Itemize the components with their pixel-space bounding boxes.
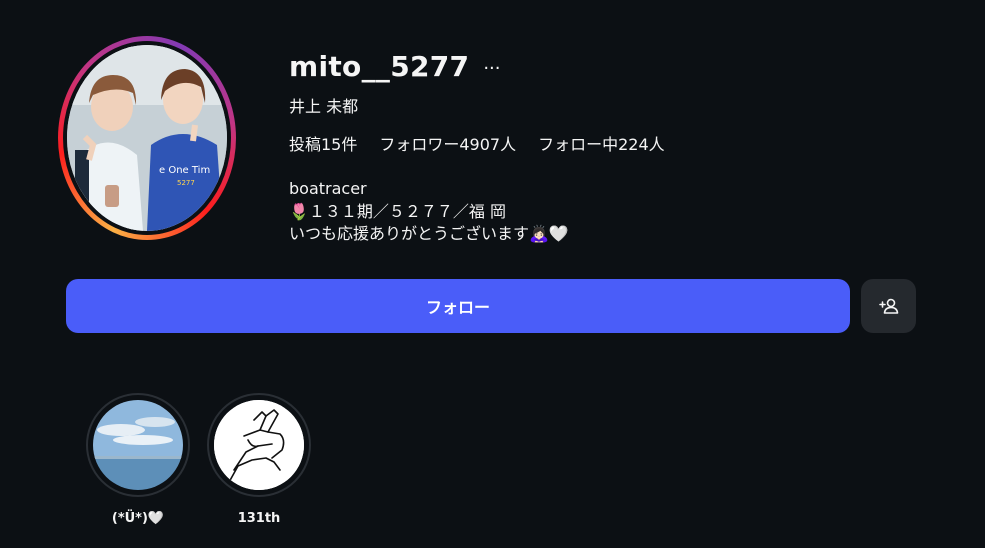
- sky-sea-photo-icon: [93, 400, 183, 490]
- username-row: mito__5277 ···: [289, 50, 501, 83]
- svg-text:e One Tim: e One Tim: [159, 165, 210, 176]
- follow-button[interactable]: フォロー: [66, 279, 850, 333]
- followers-count[interactable]: フォロワー4907人: [379, 131, 516, 155]
- highlight-label: (*Ü*)🤍: [111, 511, 165, 526]
- bio-line: 🌷１３１期／５２７７／福 岡: [289, 201, 507, 221]
- add-person-icon: [878, 298, 898, 314]
- suggested-accounts-button[interactable]: [861, 279, 916, 333]
- bio: boatracer 🌷１３１期／５２７７／福 岡 いつも応援ありがとうございます…: [289, 178, 569, 246]
- svg-text:5277: 5277: [177, 179, 195, 187]
- avatar[interactable]: e One Tim 5277: [67, 45, 227, 231]
- following-count[interactable]: フォロー中224人: [538, 131, 665, 155]
- profile-avatar-ring[interactable]: e One Tim 5277: [58, 36, 236, 240]
- highlight-label: 131th: [237, 511, 281, 526]
- story-highlight[interactable]: (*Ü*)🤍: [85, 393, 191, 526]
- more-options-icon[interactable]: ···: [483, 59, 500, 78]
- story-highlight[interactable]: 131th: [206, 393, 312, 526]
- avatar-border: e One Tim 5277: [63, 41, 231, 235]
- bio-line: boatracer: [289, 179, 367, 198]
- highlight-ring: [86, 393, 190, 497]
- username: mito__5277: [289, 50, 470, 83]
- highlight-ring: [207, 393, 311, 497]
- avatar-photo-illustration: e One Tim 5277: [67, 45, 227, 231]
- posts-count: 投稿15件: [289, 135, 358, 154]
- peace-hands-drawing-icon: [214, 400, 304, 490]
- bio-line: いつも応援ありがとうございます🙇🏻‍♀️🤍: [289, 224, 569, 243]
- profile-stats: 投稿15件 フォロワー4907人 フォロー中224人: [289, 131, 665, 155]
- profile-page: e One Tim 5277 mito__5277 ··· 井上 未都 投稿15…: [0, 0, 985, 548]
- full-name: 井上 未都: [289, 97, 359, 116]
